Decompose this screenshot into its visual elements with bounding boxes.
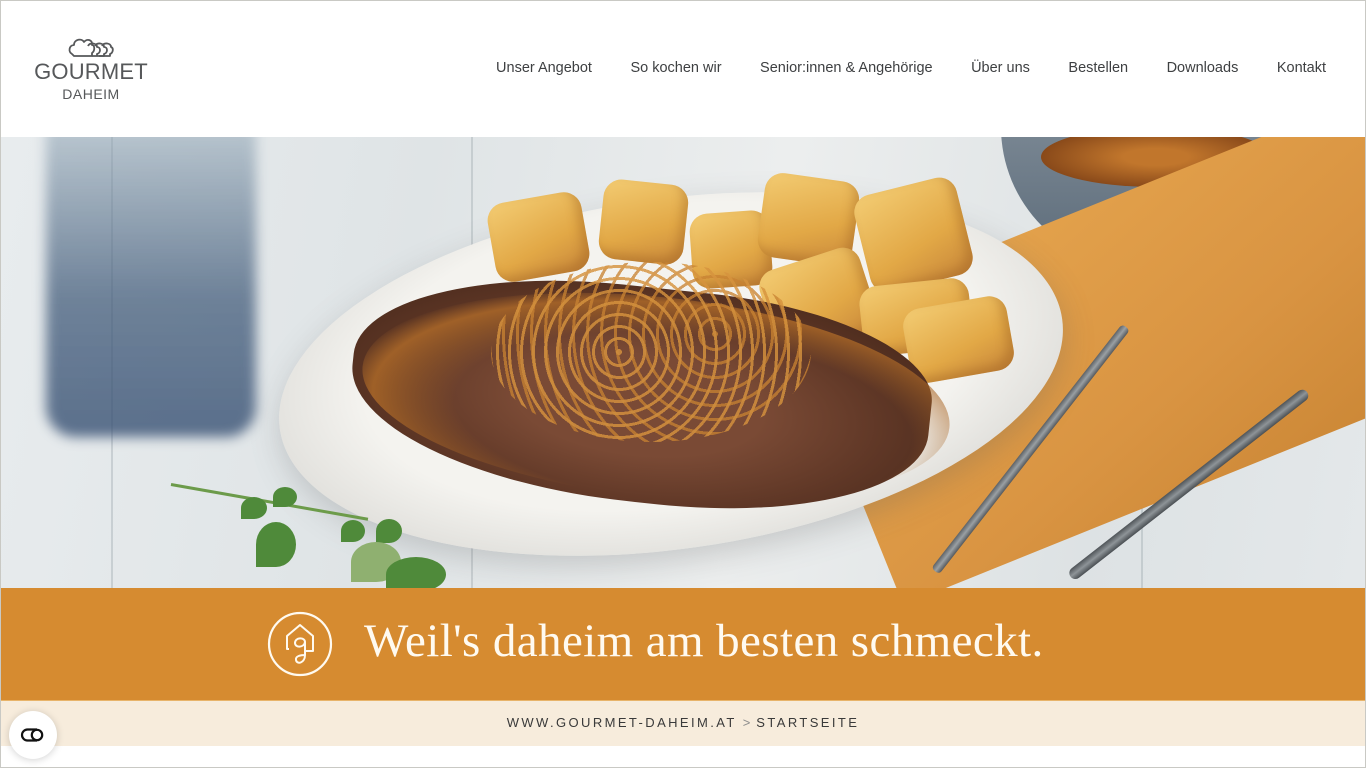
herb-leaf <box>341 520 365 542</box>
slogan-banner: Weil's daheim am besten schmeckt. <box>1 588 1365 700</box>
site-header: GOURMET DAHEIM Unser Angebot So kochen w… <box>0 0 1366 137</box>
breadcrumb-current: STARTSEITE <box>756 715 860 730</box>
breadcrumb-separator: > <box>742 715 751 730</box>
herb-leaf <box>386 557 446 588</box>
potato <box>484 189 593 285</box>
breadcrumb-home[interactable]: WWW.GOURMET-DAHEIM.AT <box>507 715 737 730</box>
nav-ueber-uns[interactable]: Über uns <box>971 58 1030 78</box>
nav-unser-angebot[interactable]: Unser Angebot <box>496 58 592 78</box>
nav-so-kochen-wir[interactable]: So kochen wir <box>630 58 721 78</box>
toggle-icon <box>20 728 44 742</box>
nav-downloads[interactable]: Downloads <box>1167 58 1239 78</box>
herb-leaf <box>376 519 402 543</box>
herb-leaf <box>241 497 267 519</box>
breadcrumb: WWW.GOURMET-DAHEIM.AT > STARTSEITE <box>1 714 1365 732</box>
water-glass <box>46 137 256 437</box>
floating-toggle-button[interactable] <box>9 711 57 759</box>
potato <box>597 177 690 267</box>
herb-leaf <box>273 487 297 507</box>
herb-leaf <box>256 522 296 567</box>
logo-link[interactable]: GOURMET DAHEIM <box>30 34 155 104</box>
house-g-icon <box>267 611 333 677</box>
fried-onions <box>491 262 811 442</box>
breadcrumb-bar: WWW.GOURMET-DAHEIM.AT > STARTSEITE <box>1 700 1365 746</box>
logo-wordmark: GOURMET <box>34 59 148 84</box>
chef-hats-icon <box>68 38 114 57</box>
slogan-text: Weil's daheim am besten schmeckt. <box>364 615 1044 667</box>
logo-subtitle: DAHEIM <box>62 86 120 102</box>
nav-kontakt[interactable]: Kontakt <box>1277 58 1326 78</box>
main-nav: Unser Angebot So kochen wir Senior:innen… <box>496 58 1326 78</box>
nav-seniorinnen-angehoerige[interactable]: Senior:innen & Angehörige <box>760 58 933 78</box>
hero-image <box>1 137 1365 588</box>
nav-bestellen[interactable]: Bestellen <box>1068 58 1128 78</box>
